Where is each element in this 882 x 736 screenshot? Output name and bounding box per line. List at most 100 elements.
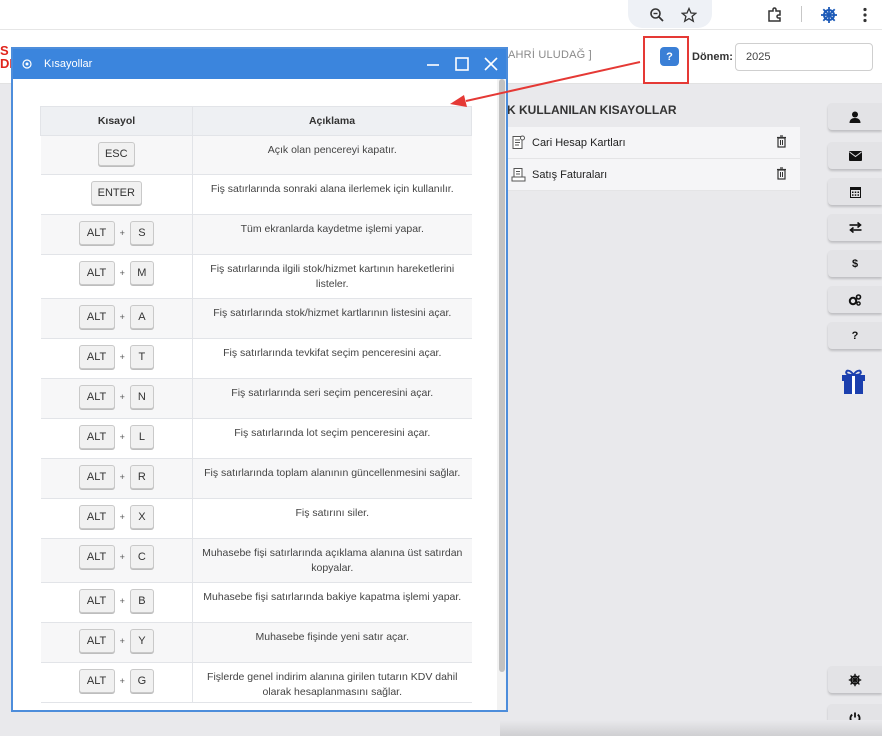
keycap: B: [129, 589, 154, 613]
toolbar-divider: [801, 6, 802, 22]
plus-sign: +: [119, 228, 125, 238]
keycap: G: [129, 669, 154, 693]
shortcut-keys-cell: ALT + R: [40, 458, 193, 499]
helm-icon: [848, 673, 862, 686]
table-row: ALT + R Fiş satırlarında toplam alanının gü…: [40, 458, 472, 499]
shortcut-description: Fiş satırlarında tevkifat seçim penceres…: [192, 338, 472, 379]
calendar-button[interactable]: [828, 178, 882, 205]
keycap: ALT: [78, 465, 115, 489]
dialog-titlebar[interactable]: Kısayollar: [13, 49, 506, 79]
shortcut-description: Fişlerde genel indirim alanına girilen t…: [192, 662, 472, 703]
dollar-icon: $: [851, 257, 859, 270]
table-row: ALT + L Fiş satırlarında lot seçim penceres…: [40, 418, 472, 459]
gift-icon[interactable]: [841, 367, 866, 394]
shortcuts-dialog: Kısayollar Kısayol Açıklama ESC Açık olan…: [11, 47, 508, 712]
column-header-shortcut: Kısayol: [40, 106, 193, 136]
keycap: S: [129, 221, 154, 245]
keycap: R: [129, 465, 154, 489]
browser-menu-icon[interactable]: [854, 4, 876, 26]
plus-sign: +: [119, 392, 125, 402]
dialog-body: Kısayol Açıklama ESC Açık olan pencereyi …: [13, 79, 506, 710]
minimize-icon[interactable]: [425, 56, 441, 72]
column-header-description: Açıklama: [192, 106, 472, 136]
settings-button[interactable]: [828, 286, 882, 313]
list-item-label: Cari Hesap Kartları: [532, 136, 626, 149]
list-item[interactable]: Satış Faturaları: [506, 159, 800, 191]
shortcut-keys-cell: ALT + C: [40, 538, 193, 583]
keycap: T: [129, 345, 154, 369]
plus-sign: +: [119, 472, 125, 482]
user-button[interactable]: [828, 103, 882, 130]
shortcut-keys-cell: ALT + Y: [40, 622, 193, 663]
table-row: ENTER Fiş satırlarında sonraki alana iler…: [40, 174, 472, 215]
keycap: C: [129, 545, 154, 569]
bookmark-star-icon[interactable]: [678, 4, 700, 26]
mail-button[interactable]: [828, 142, 882, 169]
keycap: ALT: [78, 505, 115, 529]
table-row: ALT + C Muhasebe fişi satırlarında açıklama…: [40, 538, 472, 583]
shortcut-keys-cell: ALT + L: [40, 418, 193, 459]
shortcut-description: Muhasebe fişi satırlarında açıklama alan…: [192, 538, 472, 583]
zoom-icon[interactable]: [646, 4, 668, 26]
payment-button[interactable]: $: [828, 250, 882, 277]
user-icon: [849, 111, 861, 123]
helm-extension-icon[interactable]: [818, 4, 840, 26]
shortcut-keys-cell: ALT + X: [40, 498, 193, 539]
cogs-icon: [848, 293, 862, 306]
transfer-icon: [848, 222, 862, 233]
user-name: AHRİ ULUDAĞ ]: [508, 49, 592, 61]
keycap: ALT: [78, 221, 115, 245]
table-row: ALT + G Fişlerde genel indirim alanına giri…: [40, 662, 472, 703]
table-row: ALT + T Fiş satırlarında tevkifat seçim pen…: [40, 338, 472, 379]
shortcut-keys-cell: ESC: [40, 135, 193, 175]
maximize-icon[interactable]: [454, 56, 470, 72]
keycap: ALT: [78, 305, 115, 329]
delete-icon[interactable]: [776, 135, 788, 149]
browser-toolbar: [0, 0, 882, 30]
dialog-title: Kısayollar: [44, 58, 93, 70]
shortcut-description: Muhasebe fişi satırlarında bakiye kapatm…: [192, 582, 472, 623]
settings-icon: [21, 57, 33, 69]
question-icon: ?: [851, 329, 859, 342]
shortcut-description: Fiş satırlarında stok/hizmet kartlarının…: [192, 298, 472, 339]
table-row: ALT + S Tüm ekranlarda kaydetme işlemi yapa…: [40, 214, 472, 255]
plus-sign: +: [119, 512, 125, 522]
keycap: L: [129, 425, 154, 449]
plus-sign: +: [119, 552, 125, 562]
shortcut-description: Fiş satırlarında lot seçim penceresini a…: [192, 418, 472, 459]
keycap: ALT: [78, 545, 115, 569]
table-row: ALT + X Fiş satırını siler.: [40, 498, 472, 539]
shortcut-keys-cell: ALT + M: [40, 254, 193, 299]
shortcut-keys-cell: ALT + G: [40, 662, 193, 703]
keycap: Y: [129, 629, 154, 653]
sales-invoice-icon: [510, 167, 526, 183]
extensions-icon[interactable]: [764, 4, 786, 26]
transfer-button[interactable]: [828, 214, 882, 241]
shortcuts-table-body: ESC Açık olan pencereyi kapatır. ENTER Fiş …: [40, 135, 472, 703]
keycap: N: [129, 385, 154, 409]
scrollbar-thumb[interactable]: [499, 79, 505, 672]
table-row: ALT + Y Muhasebe fişinde yeni satır açar.: [40, 622, 472, 663]
shortcut-description: Açık olan pencereyi kapatır.: [192, 135, 472, 175]
shortcut-description: Fiş satırlarında toplam alanının güncell…: [192, 458, 472, 499]
shortcut-description: Fiş satırlarında ilgili stok/hizmet kart…: [192, 254, 472, 299]
table-row: ALT + M Fiş satırlarında ilgili stok/hizmet…: [40, 254, 472, 299]
shortcut-keys-cell: ALT + A: [40, 298, 193, 339]
shortcut-keys-cell: ALT + S: [40, 214, 193, 255]
close-icon[interactable]: [483, 56, 499, 72]
help-side-button[interactable]: ?: [828, 322, 882, 349]
delete-icon[interactable]: [776, 167, 788, 181]
shortcut-keys-cell: ALT + T: [40, 338, 193, 379]
calendar-icon: [849, 186, 861, 198]
plus-sign: +: [119, 312, 125, 322]
frequent-shortcuts-list: Cari Hesap Kartları Satış Faturaları: [506, 127, 800, 191]
account-card-icon: [510, 135, 526, 151]
list-item[interactable]: Cari Hesap Kartları: [506, 127, 800, 159]
keycap: ALT: [78, 669, 115, 693]
period-input[interactable]: [735, 43, 873, 71]
help-highlight-box: [643, 36, 689, 84]
list-item-label: Satış Faturaları: [532, 168, 608, 181]
table-row: ALT + N Fiş satırlarında seri seçim pencere…: [40, 378, 472, 419]
shortcut-description: Muhasebe fişinde yeni satır açar.: [192, 622, 472, 663]
helm-button[interactable]: [828, 666, 882, 693]
